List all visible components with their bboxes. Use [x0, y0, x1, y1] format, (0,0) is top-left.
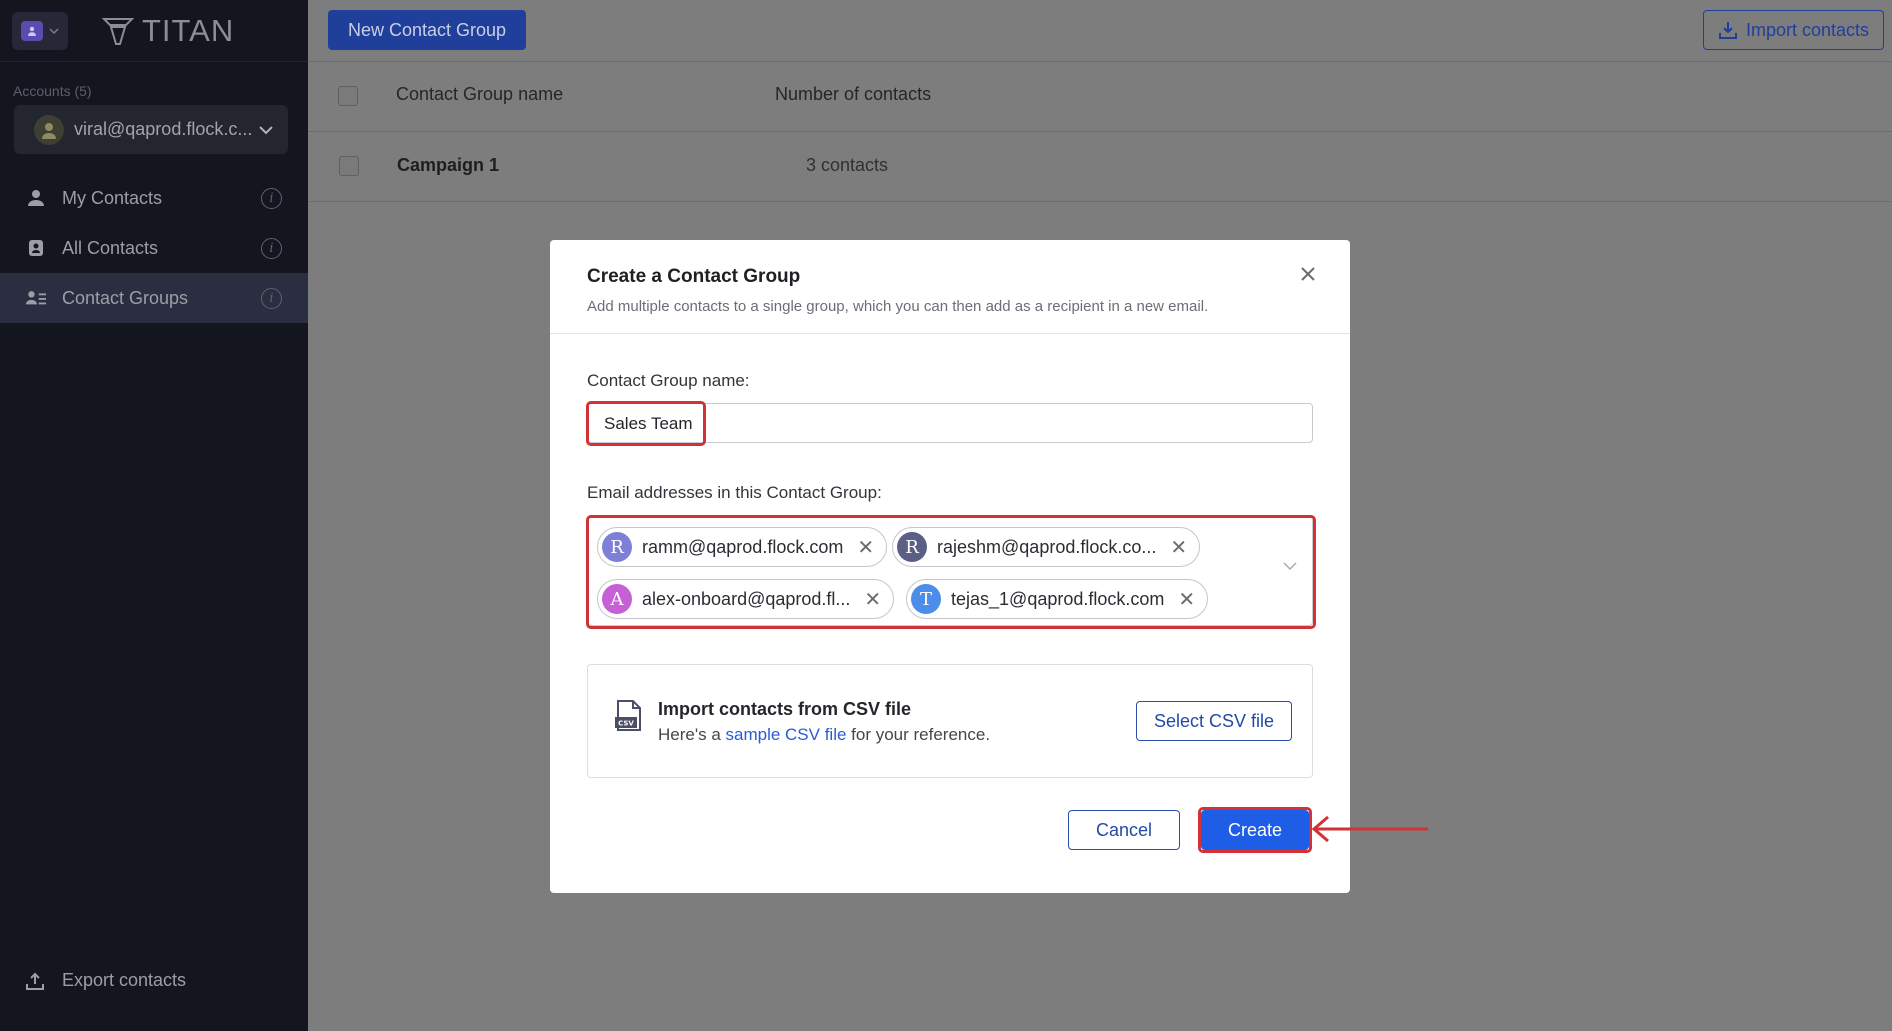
- contacts-app-icon: [21, 20, 43, 41]
- info-icon[interactable]: i: [261, 237, 282, 259]
- sidebar-item-contact-groups[interactable]: Contact Groups i: [0, 273, 308, 323]
- column-header-count[interactable]: Number of contacts: [775, 84, 931, 105]
- sidebar-item-all-contacts[interactable]: All Contacts i: [0, 223, 308, 273]
- titan-logo: TITAN: [102, 13, 234, 49]
- group-name: Campaign 1: [397, 155, 500, 175]
- csv-file-icon: CSV: [615, 700, 641, 731]
- group-name-label: Contact Group name:: [587, 371, 750, 390]
- highlight-box: [586, 515, 1316, 629]
- sidebar-item-my-contacts[interactable]: My Contacts i: [0, 173, 308, 223]
- info-icon[interactable]: i: [261, 187, 282, 209]
- import-contacts-button[interactable]: Import contacts: [1702, 10, 1884, 50]
- sidebar-item-label: My Contacts: [62, 187, 163, 208]
- import-contacts-label: Import contacts: [1745, 19, 1869, 40]
- contact-count: 3 contacts: [806, 155, 889, 175]
- table-row[interactable]: Campaign 1 3 contacts: [308, 132, 1892, 202]
- toolbar: New Contact Group Import contacts: [308, 0, 1892, 62]
- annotation-arrow-icon: [1311, 815, 1428, 843]
- contacts-book-icon: [26, 238, 46, 258]
- sidebar-header: TITAN: [0, 0, 308, 62]
- sidebar: TITAN Accounts (5) viral@qaprod.flock.c.…: [0, 0, 308, 1031]
- dialog-subtitle: Add multiple contacts to a single group,…: [587, 298, 1209, 315]
- table-header: Contact Group name Number of contacts: [308, 62, 1892, 132]
- csv-import-subtitle: Here's a sample CSV file for your refere…: [658, 725, 990, 745]
- upload-icon: [26, 972, 44, 990]
- csv-sub-prefix: Here's a: [658, 725, 726, 744]
- account-email: viral@qaprod.flock.c...: [74, 119, 253, 139]
- close-icon[interactable]: [1296, 262, 1320, 286]
- sidebar-item-label: Contact Groups: [62, 287, 189, 308]
- select-all-checkbox[interactable]: [338, 86, 358, 106]
- chevron-down-icon: [49, 27, 59, 34]
- logo-text: TITAN: [142, 12, 235, 48]
- dialog-header: Create a Contact Group Add multiple cont…: [550, 240, 1350, 334]
- titan-logo-icon: [102, 17, 134, 45]
- highlight-box: [586, 401, 706, 446]
- row-checkbox[interactable]: [339, 156, 359, 176]
- new-contact-group-button[interactable]: New Contact Group: [328, 10, 527, 50]
- sidebar-item-label: All Contacts: [62, 237, 159, 258]
- dialog-title: Create a Contact Group: [587, 266, 801, 287]
- csv-import-panel: CSV Import contacts from CSV file Here's…: [587, 664, 1313, 778]
- info-icon[interactable]: i: [261, 287, 282, 309]
- csv-sub-suffix: for your reference.: [846, 725, 991, 744]
- contact-groups-icon: [26, 288, 46, 308]
- column-header-name[interactable]: Contact Group name: [396, 84, 563, 105]
- account-avatar: [34, 114, 64, 145]
- app-switcher[interactable]: [12, 11, 68, 50]
- chevron-down-icon: [259, 125, 273, 134]
- email-addresses-label: Email addresses in this Contact Group:: [587, 483, 882, 502]
- select-csv-button[interactable]: Select CSV file: [1136, 701, 1292, 741]
- csv-icon-text: CSV: [618, 720, 634, 728]
- export-contacts-link[interactable]: Export contacts: [26, 970, 186, 991]
- accounts-label: Accounts (5): [13, 83, 92, 99]
- export-contacts-label: Export contacts: [62, 970, 187, 990]
- download-icon: [1718, 22, 1737, 39]
- highlight-box: [1198, 807, 1312, 853]
- person-icon: [26, 188, 46, 208]
- csv-import-title: Import contacts from CSV file: [658, 699, 912, 719]
- create-contact-group-dialog: Create a Contact Group Add multiple cont…: [550, 240, 1350, 893]
- cancel-button[interactable]: Cancel: [1068, 810, 1180, 850]
- sample-csv-link[interactable]: sample CSV file: [726, 725, 847, 744]
- account-selector[interactable]: viral@qaprod.flock.c...: [14, 105, 288, 154]
